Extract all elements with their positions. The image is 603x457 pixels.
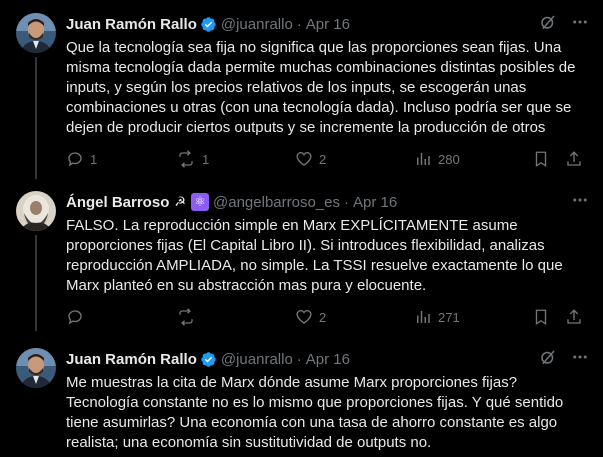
like-count: 2 <box>319 151 327 167</box>
tweet-text: Que la tecnología sea fija no significa … <box>66 39 576 136</box>
like-count: 2 <box>319 309 327 325</box>
views-button[interactable]: 271 <box>414 308 460 326</box>
reply-button[interactable]: 1 <box>66 150 97 168</box>
separator-dot: · <box>344 193 349 211</box>
tweet-header: Juan Ramón Rallo @juanrallo · Apr 16 <box>66 349 589 369</box>
bookmark-icon <box>535 151 547 168</box>
thread-line <box>35 235 37 331</box>
tweet-date[interactable]: Apr 16 <box>306 16 350 33</box>
views-chart-icon <box>417 153 430 165</box>
verified-badge-icon <box>200 16 217 33</box>
heart-icon <box>296 152 312 166</box>
views-chart-icon <box>417 311 430 323</box>
avatar[interactable] <box>16 13 56 53</box>
grok-icon[interactable] <box>539 13 557 35</box>
verified-badge-icon <box>200 351 217 368</box>
tweet-header: Juan Ramón Rallo @juanrallo · Apr 16 <box>66 14 589 34</box>
author-handle[interactable]: @juanrallo <box>221 351 293 368</box>
share-button[interactable] <box>565 150 583 168</box>
retweet-button[interactable] <box>176 308 202 326</box>
author-handle[interactable]: @juanrallo <box>221 16 293 33</box>
tweet-text: Me muestras la cita de Marx dónde asume … <box>66 374 564 451</box>
share-button[interactable] <box>565 308 583 326</box>
retweet-count: 1 <box>202 151 210 167</box>
separator-dot: · <box>296 350 302 368</box>
tweet-date[interactable]: Apr 16 <box>306 351 350 368</box>
tweet-date[interactable]: Apr 16 <box>353 194 397 211</box>
share-icon <box>567 309 581 324</box>
more-icon[interactable] <box>571 191 589 213</box>
grok-icon[interactable] <box>539 348 557 370</box>
view-count: 271 <box>438 309 460 325</box>
tweet-3[interactable]: Juan Ramón Rallo @juanrallo · Apr 16 Me … <box>0 336 603 457</box>
thread-line <box>35 57 37 179</box>
author-name[interactable]: Juan Ramón Rallo <box>66 16 197 33</box>
atom-icon: ⚛ <box>191 193 210 211</box>
tweet-1[interactable]: Juan Ramón Rallo @juanrallo · Apr 16 Que… <box>0 0 603 179</box>
view-count: 280 <box>438 151 460 167</box>
author-handle[interactable]: @angelbarroso_es <box>213 194 340 211</box>
hammer-sickle-icon: ☭ <box>174 194 187 209</box>
tweet-header: Ángel Barroso ☭ ⚛ @angelbarroso_es · Apr… <box>66 192 589 212</box>
retweet-icon <box>179 308 193 326</box>
bookmark-button[interactable] <box>532 308 550 326</box>
views-button[interactable]: 280 <box>414 150 460 168</box>
reply-button[interactable] <box>66 308 90 326</box>
tweet-2[interactable]: Ángel Barroso ☭ ⚛ @angelbarroso_es · Apr… <box>0 179 603 331</box>
reply-icon <box>68 152 82 167</box>
tweet-text: FALSO. La reproducción simple en Marx EX… <box>66 217 563 294</box>
retweet-button[interactable]: 1 <box>176 150 209 168</box>
more-icon[interactable] <box>571 13 589 35</box>
heart-icon <box>296 310 312 324</box>
share-icon <box>567 151 581 166</box>
author-name[interactable]: Juan Ramón Rallo <box>66 351 197 368</box>
retweet-icon <box>179 150 193 168</box>
bookmark-button[interactable] <box>532 150 550 168</box>
like-button[interactable]: 2 <box>295 308 326 326</box>
like-button[interactable]: 2 <box>295 150 326 168</box>
reply-count: 1 <box>90 151 98 167</box>
avatar[interactable] <box>16 191 56 231</box>
avatar[interactable] <box>16 348 56 388</box>
separator-dot: · <box>296 15 302 33</box>
author-name[interactable]: Ángel Barroso <box>66 194 169 211</box>
bookmark-icon <box>535 309 547 326</box>
reply-icon <box>68 310 82 325</box>
more-icon[interactable] <box>571 348 589 370</box>
